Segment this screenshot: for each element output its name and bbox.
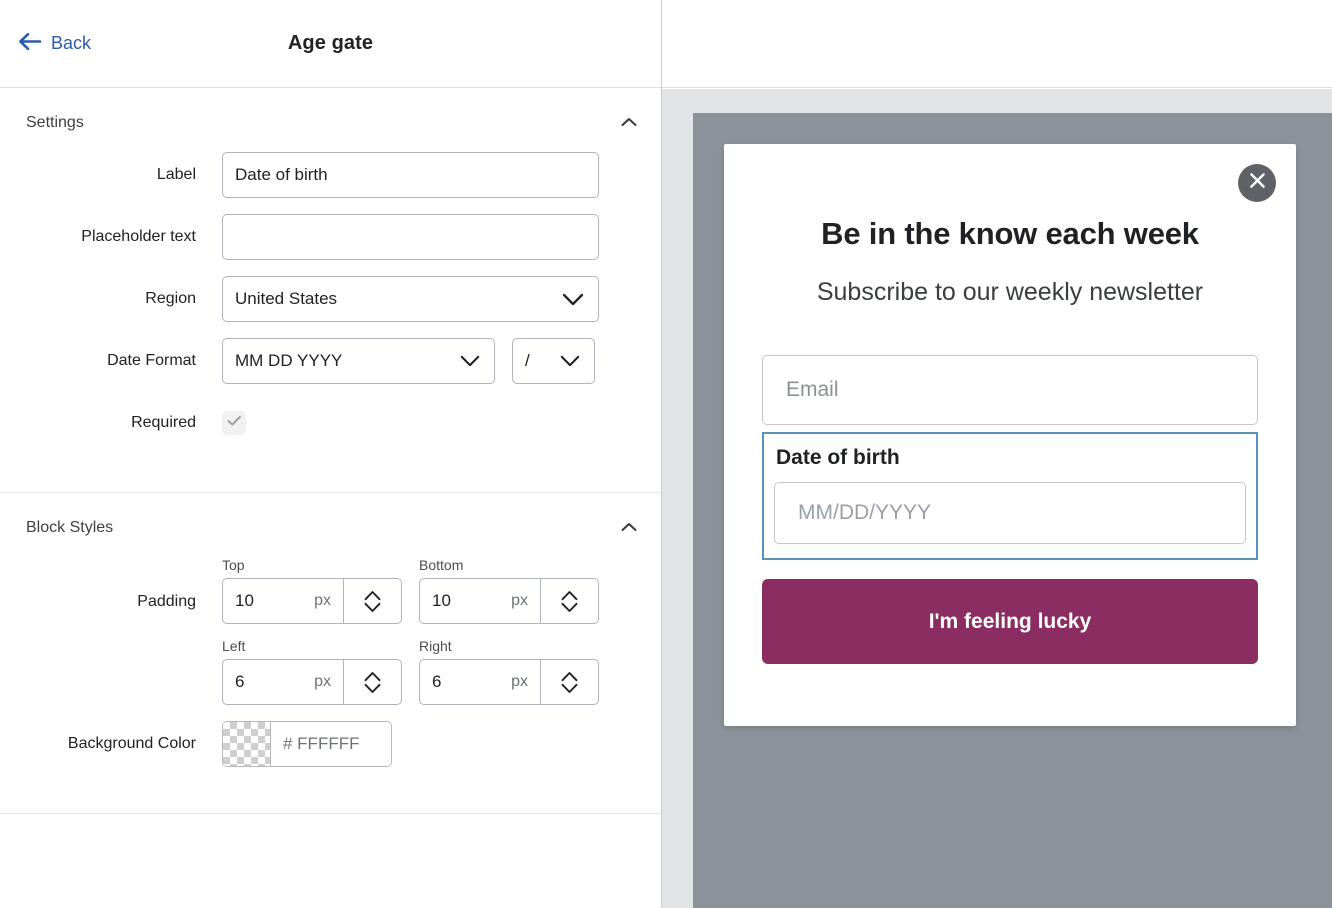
modal-backdrop[interactable]: Be in the know each week Subscribe to ou… (693, 113, 1332, 908)
padding-right-input[interactable]: 6 px (420, 660, 540, 704)
chevron-up-icon[interactable] (621, 519, 637, 537)
padding-bottom-input[interactable]: 10 px (420, 579, 540, 623)
region-select[interactable]: United States (222, 276, 599, 322)
close-x-icon (1248, 171, 1267, 195)
stepper-arrows-icon[interactable] (343, 579, 401, 623)
date-separator-select[interactable]: / (512, 338, 595, 384)
chevron-down-icon (460, 355, 494, 367)
padding-label: Padding (26, 557, 222, 625)
padding-unit: px (314, 673, 331, 691)
field-row-label: Label (26, 152, 637, 198)
chevron-down-icon (560, 355, 594, 367)
settings-section-header[interactable]: Settings (0, 88, 661, 152)
block-styles-section-title: Block Styles (26, 519, 113, 537)
settings-section-title: Settings (26, 114, 84, 132)
modal-heading: Be in the know each week (762, 144, 1258, 252)
date-format-select[interactable]: MM DD YYYY (222, 338, 495, 384)
field-row-required: Required (26, 400, 637, 446)
settings-section-body: Label Placeholder text Region Unit (0, 152, 661, 492)
padding-row: Padding Top 10 px (26, 557, 637, 705)
preview-modal: Be in the know each week Subscribe to ou… (724, 144, 1296, 726)
padding-left-group: Left 6 px (222, 638, 402, 705)
padding-right-group: Right 6 px (419, 638, 599, 705)
padding-bottom-group: Bottom 10 px (419, 557, 599, 624)
color-swatch-icon[interactable] (223, 722, 271, 766)
block-styles-section-body: Padding Top 10 px (0, 557, 661, 813)
padding-left-stepper[interactable]: 6 px (222, 659, 402, 705)
block-styles-section-header[interactable]: Block Styles (0, 493, 661, 557)
label-field-label: Label (26, 152, 222, 198)
page-title: Age gate (0, 32, 661, 55)
background-color-label: Background Color (26, 721, 222, 767)
panel-header: Back Age gate (0, 0, 661, 88)
required-checkbox[interactable] (222, 411, 246, 435)
preview-toolbar (662, 0, 1332, 88)
background-color-hex[interactable]: # FFFFFF (271, 722, 391, 766)
padding-left-caption: Left (222, 638, 402, 654)
preview-dob-input[interactable]: MM/DD/YYYY (774, 482, 1246, 544)
date-format-field-label: Date Format (26, 338, 222, 384)
region-field-label: Region (26, 276, 222, 322)
label-input[interactable] (222, 152, 599, 198)
preview-dob-label: Date of birth (774, 446, 1246, 470)
padding-bottom-stepper[interactable]: 10 px (419, 578, 599, 624)
field-row-date-format: Date Format MM DD YYYY (26, 338, 637, 384)
padding-top-input[interactable]: 10 px (223, 579, 343, 623)
padding-top-value: 10 (235, 591, 254, 611)
date-separator-value: / (513, 351, 560, 371)
block-styles-section: Block Styles Padding Top (0, 493, 661, 814)
padding-unit: px (314, 592, 331, 610)
modal-subheading: Subscribe to our weekly newsletter (762, 278, 1258, 307)
preview-email-input[interactable]: Email (762, 355, 1258, 425)
background-color-field[interactable]: # FFFFFF (222, 721, 392, 767)
field-row-placeholder: Placeholder text (26, 214, 637, 260)
padding-right-caption: Right (419, 638, 599, 654)
stepper-arrows-icon[interactable] (540, 660, 598, 704)
padding-bottom-value: 10 (432, 591, 451, 611)
preview-panel: Be in the know each week Subscribe to ou… (662, 0, 1332, 908)
padding-right-stepper[interactable]: 6 px (419, 659, 599, 705)
stepper-arrows-icon[interactable] (540, 579, 598, 623)
check-icon (227, 414, 242, 432)
app-root: Back Age gate Settings Label (0, 0, 1332, 908)
placeholder-field-label: Placeholder text (26, 214, 222, 260)
padding-top-group: Top 10 px (222, 557, 402, 624)
padding-left-input[interactable]: 6 px (223, 660, 343, 704)
preview-submit-button[interactable]: I'm feeling lucky (762, 579, 1258, 664)
placeholder-input[interactable] (222, 214, 599, 260)
region-select-value: United States (223, 289, 562, 309)
required-field-label: Required (26, 400, 222, 446)
close-button[interactable] (1238, 164, 1276, 202)
chevron-up-icon[interactable] (621, 114, 637, 132)
background-color-row: Background Color # FFFFFF (26, 721, 637, 767)
settings-section: Settings Label Placeholder text (0, 88, 661, 493)
settings-panel: Back Age gate Settings Label (0, 0, 662, 908)
padding-left-value: 6 (235, 672, 244, 692)
preview-canvas: Be in the know each week Subscribe to ou… (662, 89, 1332, 908)
padding-unit: px (511, 673, 528, 691)
field-row-region: Region United States (26, 276, 637, 322)
chevron-down-icon (562, 293, 598, 306)
padding-right-value: 6 (432, 672, 441, 692)
padding-top-stepper[interactable]: 10 px (222, 578, 402, 624)
padding-unit: px (511, 592, 528, 610)
date-format-select-value: MM DD YYYY (223, 351, 460, 371)
stepper-arrows-icon[interactable] (343, 660, 401, 704)
padding-bottom-caption: Bottom (419, 557, 599, 573)
padding-top-caption: Top (222, 557, 402, 573)
preview-date-of-birth-block[interactable]: Date of birth MM/DD/YYYY (762, 432, 1258, 560)
